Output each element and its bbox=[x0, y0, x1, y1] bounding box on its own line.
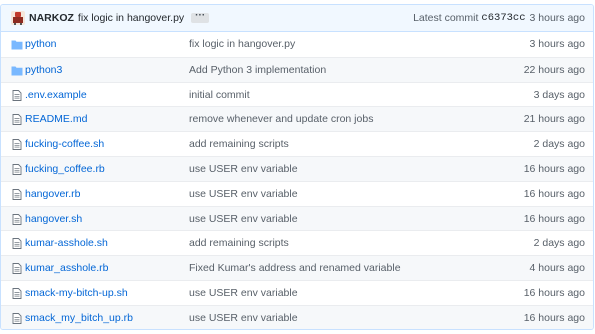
file-icon bbox=[12, 164, 22, 175]
file-link[interactable]: hangover.rb bbox=[25, 188, 80, 200]
file-icon bbox=[12, 312, 22, 324]
file-row: fucking_coffee.rb use USER env variable 16… bbox=[1, 155, 593, 181]
file-list: python fix logic in hangover.py 3 hours ag… bbox=[1, 32, 593, 329]
expand-commit-button[interactable]: ··· bbox=[191, 11, 210, 23]
latest-commit-label: Latest commit bbox=[413, 12, 479, 24]
commit-age: 16 hours ago bbox=[523, 311, 585, 324]
file-link[interactable]: fucking-coffee.sh bbox=[25, 138, 104, 150]
file-icon bbox=[12, 238, 22, 250]
commit-age: 3 hours ago bbox=[529, 38, 585, 50]
commit-message-link[interactable]: use USER env variable bbox=[189, 188, 298, 200]
commit-age: 2 days ago bbox=[533, 237, 585, 250]
commit-age: 2 days ago bbox=[533, 138, 585, 151]
commit-message-link[interactable]: initial commit bbox=[189, 89, 250, 101]
file-row: python3 Add Python 3 implementation 22 hou… bbox=[1, 56, 593, 82]
file-row: fucking-coffee.sh add remaining scripts 2 … bbox=[1, 131, 593, 156]
file-row: python fix logic in hangover.py 3 hours ag… bbox=[1, 32, 593, 57]
file-icon bbox=[12, 114, 22, 126]
file-icon bbox=[12, 263, 22, 275]
commit-age: 21 hours ago bbox=[523, 113, 585, 126]
file-icon bbox=[12, 288, 22, 299]
folder-icon bbox=[11, 40, 23, 50]
commit-message-link[interactable]: use USER env variable bbox=[189, 163, 298, 175]
commit-age: 4 hours ago bbox=[529, 262, 585, 275]
file-row: README.md remove whenever and update cron… bbox=[1, 106, 593, 132]
commit-age: 16 hours ago bbox=[523, 162, 585, 175]
file-row: .env.example initial commit 3 days ago bbox=[1, 81, 593, 107]
file-icon bbox=[12, 89, 22, 101]
file-icon bbox=[12, 188, 22, 200]
file-link[interactable]: fucking_coffee.rb bbox=[25, 163, 105, 175]
commit-message-link[interactable]: use USER env variable bbox=[189, 312, 298, 324]
folder-icon bbox=[11, 66, 23, 76]
file-link[interactable]: smack-my-bitch-up.sh bbox=[25, 287, 128, 299]
folder-link[interactable]: python3 bbox=[25, 64, 62, 76]
file-row: kumar-asshole.sh add remaining scripts 2 d… bbox=[1, 230, 593, 255]
file-link[interactable]: hangover.sh bbox=[25, 213, 82, 225]
file-link[interactable]: .env.example bbox=[25, 89, 87, 101]
folder-link[interactable]: python bbox=[25, 38, 57, 50]
file-navigation-box: NARKOZ fix logic in hangover.py ··· Late… bbox=[0, 4, 594, 330]
commit-age: 22 hours ago bbox=[523, 63, 585, 76]
commit-sha-link[interactable]: c6373cc bbox=[481, 12, 525, 24]
commit-message-link[interactable]: Fixed Kumar's address and renamed variab… bbox=[189, 262, 401, 274]
commit-message-link[interactable]: use USER env variable bbox=[189, 213, 298, 225]
file-link[interactable]: kumar_asshole.rb bbox=[25, 262, 108, 274]
commit-age: 16 hours ago bbox=[523, 212, 585, 225]
file-link[interactable]: smack_my_bitch_up.rb bbox=[25, 312, 133, 324]
commit-author-link[interactable]: NARKOZ bbox=[29, 12, 74, 24]
file-icon bbox=[12, 139, 22, 151]
commit-age: 3 days ago bbox=[533, 88, 585, 101]
commit-message-link[interactable]: add remaining scripts bbox=[189, 138, 289, 150]
latest-commit-bar: NARKOZ fix logic in hangover.py ··· Late… bbox=[1, 5, 593, 32]
commit-age: 16 hours ago bbox=[523, 286, 585, 299]
avatar[interactable] bbox=[11, 11, 25, 25]
file-row: kumar_asshole.rb Fixed Kumar's address an… bbox=[1, 255, 593, 280]
file-row: hangover.sh use USER env variable 16 hours… bbox=[1, 205, 593, 231]
file-icon bbox=[12, 213, 22, 225]
commit-age: 16 hours ago bbox=[523, 187, 585, 200]
file-link[interactable]: kumar-asshole.sh bbox=[25, 237, 108, 249]
commit-message-link[interactable]: Add Python 3 implementation bbox=[189, 64, 326, 76]
latest-commit-age: 3 hours ago bbox=[529, 12, 585, 24]
commit-message-link[interactable]: use USER env variable bbox=[189, 287, 298, 299]
commit-message-link[interactable]: fix logic in hangover.py bbox=[78, 12, 184, 24]
file-row: smack_my_bitch_up.rb use USER env variabl… bbox=[1, 304, 593, 329]
commit-message-link[interactable]: add remaining scripts bbox=[189, 237, 289, 249]
commit-message-link[interactable]: fix logic in hangover.py bbox=[189, 38, 295, 50]
commit-message-link[interactable]: remove whenever and update cron jobs bbox=[189, 113, 373, 125]
file-link[interactable]: README.md bbox=[25, 113, 87, 125]
file-row: hangover.rb use USER env variable 16 hours… bbox=[1, 180, 593, 206]
file-row: smack-my-bitch-up.sh use USER env variabl… bbox=[1, 279, 593, 305]
